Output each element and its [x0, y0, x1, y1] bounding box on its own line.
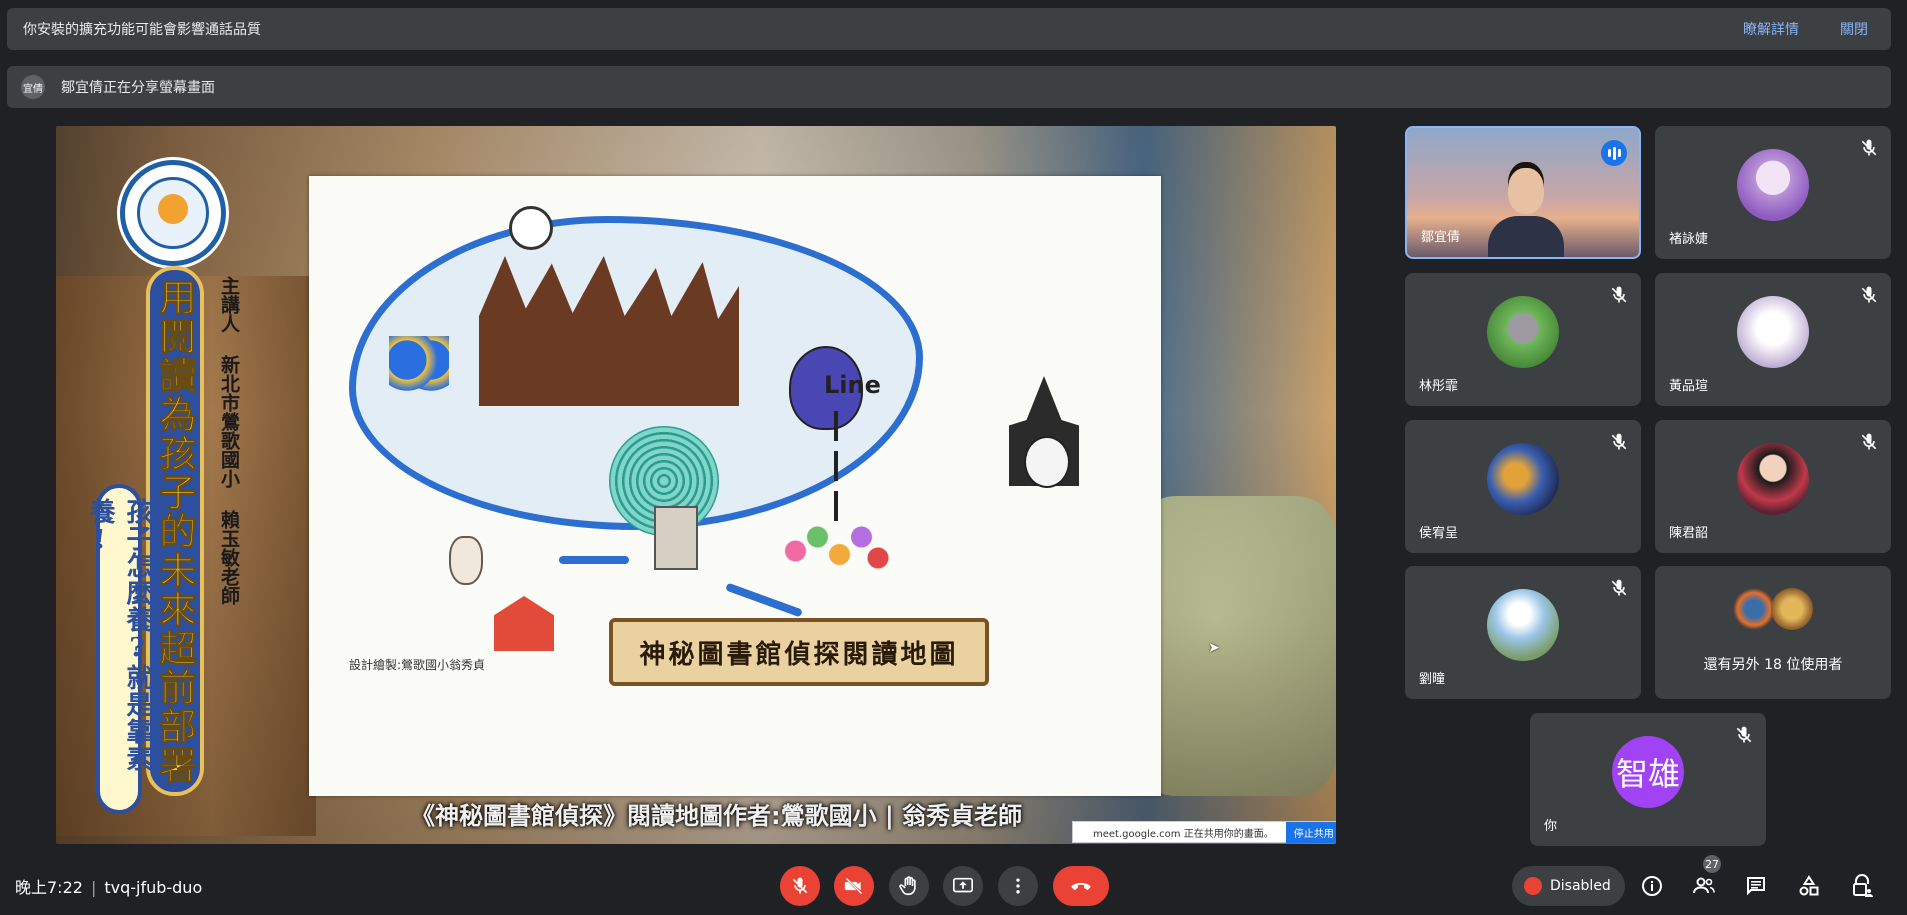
meeting-info: 晚上7:22 | tvq-jfub-duo [15, 878, 203, 897]
mic-off-icon [1861, 433, 1877, 450]
shapes-icon [1799, 875, 1819, 896]
participant-avatar [1737, 442, 1809, 515]
line-label: Line [824, 371, 881, 399]
mic-off-icon [1861, 286, 1877, 303]
activities-button[interactable] [1793, 870, 1825, 902]
witch-face-drawing [1024, 436, 1070, 488]
shared-screen: 用閱讀為孩子的未來超前部署 孩子怎麼養?就是靠素養! 主講人 新北市鶯歌國小 賴… [56, 126, 1336, 844]
tree-trunk-drawing [654, 506, 698, 570]
speaking-indicator-icon [1601, 140, 1627, 166]
mic-off-icon [1611, 286, 1627, 303]
others-avatars [1733, 588, 1813, 632]
mic-off-icon [1611, 579, 1627, 596]
people-button[interactable] [1688, 870, 1720, 902]
mic-off-icon [1736, 726, 1752, 743]
close-banner-link[interactable]: 關閉 [1840, 19, 1868, 39]
participant-name: 鄒宜倩 [1421, 230, 1461, 245]
clock-time: 晚上7:22 [15, 878, 83, 897]
host-controls-button[interactable] [1846, 870, 1878, 902]
participant-tile[interactable]: 褚詠婕 [1655, 126, 1891, 259]
leave-call-button[interactable] [1053, 866, 1109, 906]
map-title-scroll: 神秘圖書館偵探閱讀地圖 [609, 618, 989, 686]
screen-share-banner: 宜倩 鄒宜倩正在分享螢幕畫面 [7, 66, 1891, 108]
participant-avatar [1737, 148, 1809, 221]
disabled-status-icon [1524, 877, 1542, 895]
house-drawing [494, 596, 554, 651]
presenter-avatar: 宜倩 [21, 75, 45, 99]
stop-sharing-button[interactable]: 停止共用 [1285, 821, 1336, 843]
mic-off-icon [1861, 139, 1877, 156]
camera-off-icon [844, 877, 863, 895]
school-logo [120, 160, 226, 266]
participant-tile[interactable]: 黃品瑄 [1655, 273, 1891, 406]
chat-icon [1747, 877, 1765, 896]
share-notice-text: meet.google.com 正在共用你的畫面。 [1093, 828, 1274, 840]
mic-off-icon [792, 877, 808, 894]
meeting-details-button[interactable] [1636, 870, 1668, 902]
more-options-button[interactable] [998, 866, 1038, 906]
extension-warning-banner: 你安裝的擴充功能可能會影響通話品質 瞭解詳情 關閉 [7, 8, 1891, 50]
clock-icon [509, 206, 553, 250]
lollipop-garden-drawing [779, 516, 889, 586]
participant-tile[interactable]: 陳君韶 [1655, 420, 1891, 553]
hang-up-icon [1071, 883, 1091, 890]
speaker-text: 主講人 新北市鶯歌國小 賴玉敏老師 [218, 276, 240, 605]
toggle-mic-button[interactable] [780, 866, 820, 906]
participant-name: 劉曈 [1419, 672, 1446, 687]
vertical-title: 用閱讀為孩子的未來超前部署 [153, 278, 198, 786]
lock-person-icon [1853, 874, 1873, 897]
participant-avatar [1487, 295, 1559, 368]
vertical-subtitle-banner: 孩子怎麼養?就是靠素養! [85, 484, 152, 814]
participant-video [1488, 168, 1564, 257]
mic-off-icon [1611, 433, 1627, 450]
companion-status-label: Disabled [1550, 878, 1611, 894]
self-avatar: 智雄 [1612, 735, 1684, 808]
others-label: 還有另外 18 位使用者 [1703, 657, 1843, 673]
present-screen-button[interactable] [943, 866, 983, 906]
participant-name: 陳君韶 [1669, 526, 1709, 541]
info-icon [1642, 876, 1662, 896]
hand-icon [899, 876, 916, 896]
participant-tile[interactable]: 劉曈 [1405, 566, 1641, 699]
screen-share-text: 鄒宜倩正在分享螢幕畫面 [61, 80, 215, 96]
share-notice-bar: meet.google.com 正在共用你的畫面。 停止共用 隱藏 [1072, 821, 1336, 843]
vase-drawing [449, 536, 483, 585]
self-tile[interactable]: 智雄 你 [1530, 713, 1766, 846]
participant-tile[interactable]: 鄒宜倩 [1405, 126, 1641, 259]
mouse-cursor-icon: ➤ [1208, 640, 1220, 656]
self-name: 你 [1544, 819, 1558, 834]
participant-avatar [1487, 588, 1559, 661]
vertical-subtitle: 孩子怎麼養?就是靠素養! [85, 498, 152, 772]
learn-more-link[interactable]: 瞭解詳情 [1743, 19, 1799, 39]
butterfly-drawing [389, 336, 449, 396]
people-icon [1693, 877, 1715, 894]
others-tile[interactable]: 還有另外 18 位使用者 [1655, 566, 1891, 699]
participant-name: 侯宥呈 [1419, 526, 1459, 541]
present-icon [953, 877, 973, 893]
participant-name: 林彤霏 [1419, 379, 1459, 394]
reading-map-poster: Line 神秘圖書館偵探閱讀地圖 設計繪製:鶯歌國小翁秀貞 [309, 176, 1161, 796]
participant-avatar [1737, 295, 1809, 368]
participant-tile[interactable]: 侯宥呈 [1405, 420, 1641, 553]
map-credit: 設計繪製:鶯歌國小翁秀貞 [349, 658, 486, 672]
companion-status-button[interactable]: Disabled [1512, 866, 1625, 906]
toggle-camera-button[interactable] [834, 866, 874, 906]
participant-tile[interactable]: 林彤霏 [1405, 273, 1641, 406]
meeting-code: tvq-jfub-duo [104, 878, 203, 897]
participant-avatar [1487, 442, 1559, 515]
participant-name: 黃品瑄 [1669, 379, 1709, 394]
chat-button[interactable] [1740, 870, 1772, 902]
more-vert-icon [1016, 878, 1020, 894]
extension-warning-text: 你安裝的擴充功能可能會影響通話品質 [23, 22, 261, 38]
participant-name: 褚詠婕 [1669, 232, 1709, 247]
people-count-badge: 27 [1703, 855, 1721, 873]
raise-hand-button[interactable] [889, 866, 929, 906]
video-caption: 《神秘圖書館偵探》閱讀地圖作者:鶯歌國小 | 翁秀貞老師 [411, 802, 1023, 830]
